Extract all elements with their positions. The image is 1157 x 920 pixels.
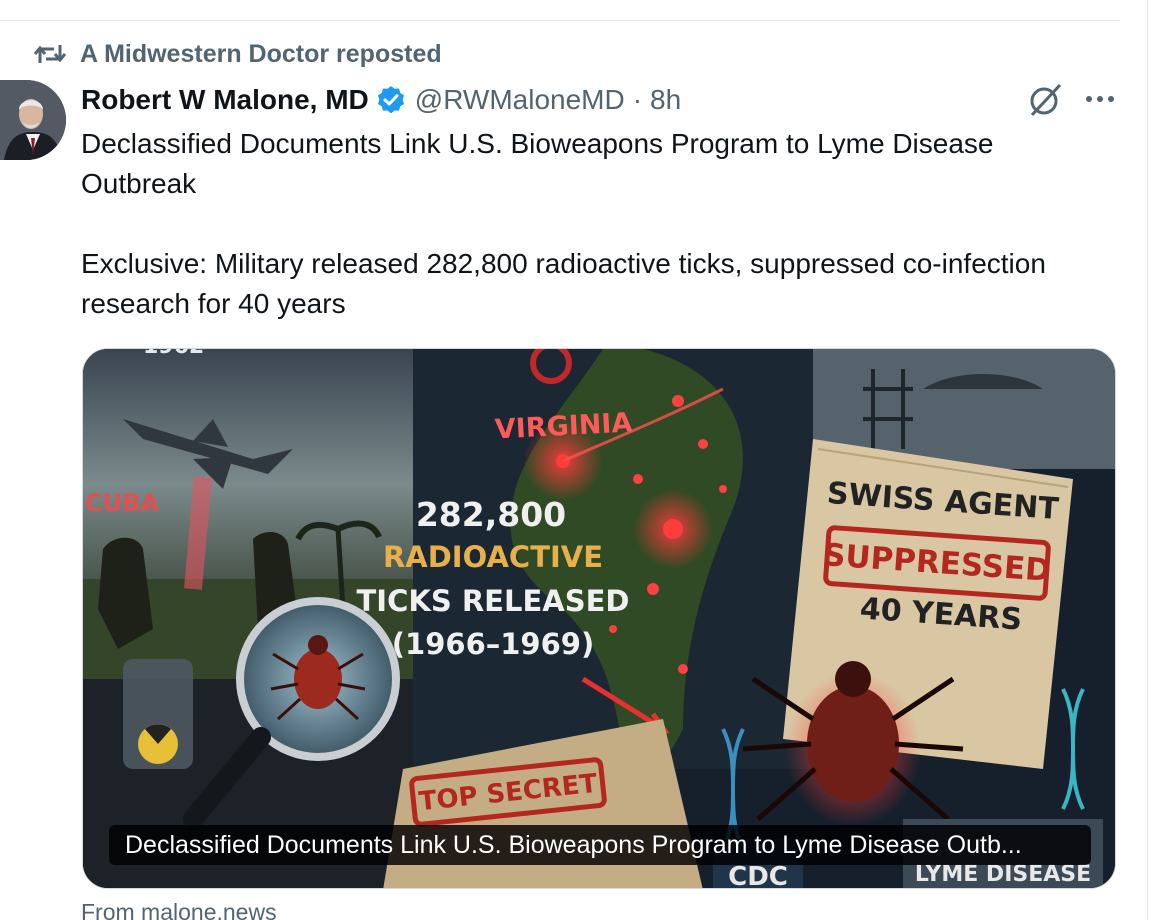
card-image: 1962 CUBA VIRGINIA 282,800 RADIOACTIVE T… (83, 349, 1115, 889)
grok-icon[interactable] (1027, 82, 1063, 118)
image-text-top: 1962 (143, 349, 204, 359)
more-options-icon[interactable] (1084, 86, 1116, 112)
avatar[interactable] (0, 80, 66, 160)
author-handle[interactable]: @RWMaloneMD (415, 84, 625, 116)
card-caption[interactable]: Declassified Documents Link U.S. Bioweap… (109, 825, 1091, 865)
image-text-radioactive: RADIOACTIVE (383, 540, 603, 574)
tweet-header: Robert W Malone, MD @RWMaloneMD · 8h (81, 80, 681, 120)
tweet-body: Exclusive: Military released 282,800 rad… (81, 248, 1046, 319)
author-name[interactable]: Robert W Malone, MD (81, 84, 369, 116)
top-divider (0, 20, 1120, 21)
image-text-ticks-released: TICKS RELEASED (357, 584, 630, 618)
repost-indicator[interactable]: A Midwestern Doctor reposted (34, 38, 442, 70)
timeline-right-border (1147, 0, 1148, 920)
header-separator: · (632, 84, 643, 115)
repost-icon (34, 45, 66, 63)
card-source[interactable]: From malone.news (81, 899, 277, 920)
repost-label: A Midwestern Doctor reposted (80, 39, 442, 68)
image-text-cdc: CDC (728, 862, 788, 889)
verified-badge-icon[interactable] (375, 84, 407, 116)
image-text-count: 282,800 (416, 495, 566, 534)
post-time[interactable]: 8h (650, 84, 681, 116)
card-caption-text: Declassified Documents Link U.S. Bioweap… (125, 830, 1022, 859)
link-card[interactable]: 1962 CUBA VIRGINIA 282,800 RADIOACTIVE T… (82, 348, 1116, 889)
tweet-headline: Declassified Documents Link U.S. Bioweap… (81, 128, 994, 199)
image-text-lyme-disease: LYME DISEASE (915, 862, 1091, 887)
image-text-cuba: CUBA (85, 489, 159, 517)
tweet-text: Declassified Documents Link U.S. Bioweap… (81, 124, 1081, 324)
image-text-years: (1966–1969) (392, 627, 594, 661)
